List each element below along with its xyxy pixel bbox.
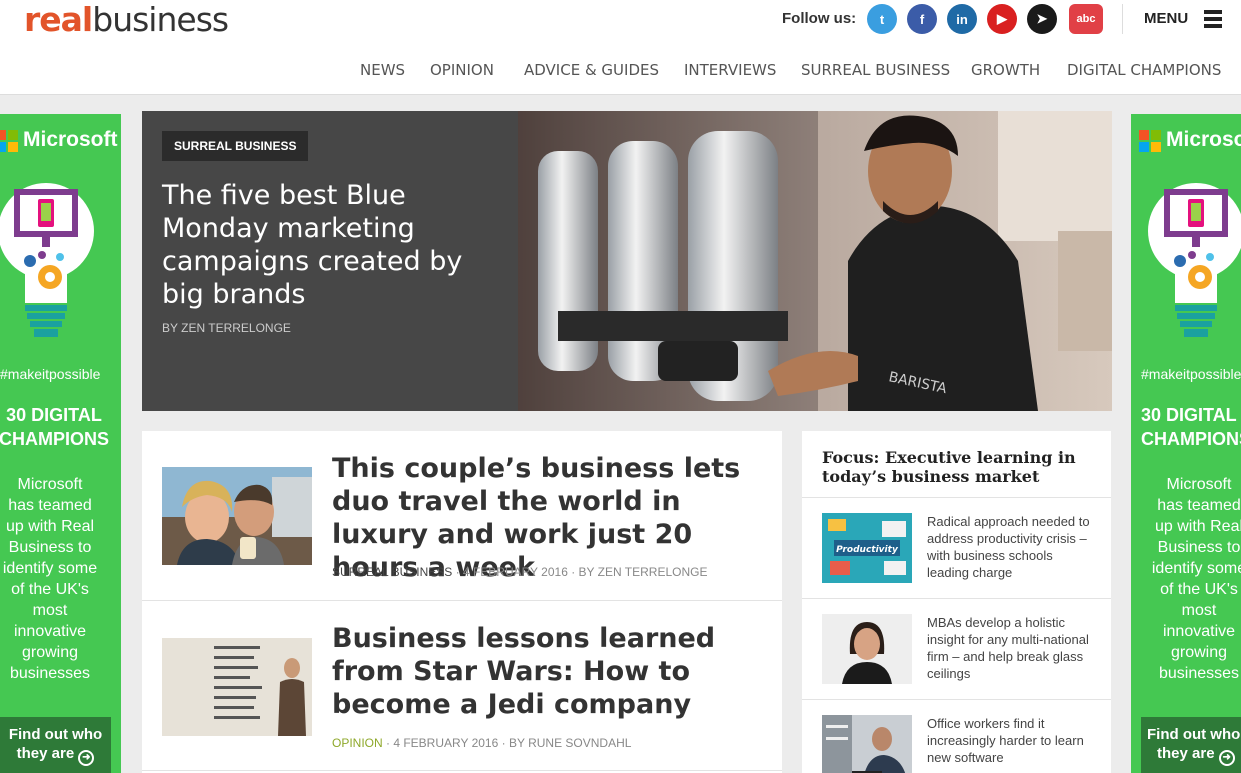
ad-body-line: has teamed [1157, 497, 1241, 514]
logo-business: business [92, 0, 229, 39]
hero-barista-photo[interactable]: BARISTA [518, 111, 1112, 411]
facebook-icon[interactable]: f [907, 4, 937, 34]
ad-hashtag: #makeitpossible [0, 366, 101, 382]
focus-sidebar: Focus: Executive learning in today’s bus… [802, 431, 1111, 773]
left-ad-banner[interactable]: Microsoft #makeitpossible 30 DIGITAL CHA… [0, 114, 121, 773]
ad-body-line: of the UK's [11, 581, 89, 598]
focus-list-item[interactable]: MBAs develop a holistic insight for any … [802, 598, 1111, 699]
ad-brand: Microsoft [23, 128, 118, 151]
focus-list-item[interactable]: Office workers find it increasingly hard… [802, 699, 1111, 773]
nav-growth[interactable]: GROWTH [971, 60, 1040, 80]
ad-body-line: up with Real [1154, 518, 1241, 535]
nav-news[interactable]: NEWS [360, 60, 405, 80]
lightbulb-illustration-icon [1148, 183, 1241, 337]
ad-body-line: growing [1170, 644, 1228, 661]
ad-body-line: innovative [13, 623, 87, 640]
nav-digital-champions[interactable]: DIGITAL CHAMPIONS [1067, 60, 1221, 80]
ad-body-text: Microsoft has teamed up with Real Business … [0, 474, 110, 684]
focus-title[interactable]: Focus: Executive learning in today’s bus… [822, 448, 1102, 486]
microsoft-logo-icon [1139, 130, 1161, 152]
ad-cta-line1: Find out who [8, 726, 103, 743]
ad-body-text: Microsoft has teamed up with Real Business … [1139, 474, 1241, 684]
microsoft-logo-icon [0, 130, 18, 152]
article-item[interactable]: This couple’s business lets duo travel t… [142, 431, 782, 601]
article-thumbnail-couple[interactable] [162, 467, 312, 565]
ad-cta-line1: Find out who [1147, 726, 1241, 743]
youtube-icon[interactable]: ▶ [987, 4, 1017, 34]
ad-headline-line2: CHAMPIONS [0, 429, 109, 449]
nav-surreal-business[interactable]: SURREAL BUSINESS [801, 60, 950, 80]
ad-body-line: businesses [9, 665, 91, 682]
ad-body-line: identify some [1151, 560, 1241, 577]
ad-body-line: identify some [2, 560, 98, 577]
lightbulb-illustration-icon [0, 183, 94, 337]
logo-real: real [24, 0, 93, 39]
focus-thumbnail-office-worker[interactable] [822, 715, 912, 773]
site-header: realbusiness Follow us: t f in ▶ ➤ abc MENU N… [0, 0, 1241, 95]
telegram-icon[interactable]: ➤ [1027, 4, 1057, 34]
ad-body-line: has teamed [8, 497, 92, 514]
ad-body-line: Business to [1157, 539, 1241, 556]
follow-us-label: Follow us: [782, 10, 857, 27]
abc-icon[interactable]: abc [1069, 4, 1103, 34]
ad-body-line: Microsoft [1166, 476, 1232, 493]
focus-list-item[interactable]: Productivity Radical approach needed to … [802, 497, 1111, 598]
article-list: This couple’s business lets duo travel t… [142, 431, 782, 773]
focus-thumbnail-woman[interactable] [822, 614, 912, 684]
ad-body-line: innovative [1162, 623, 1236, 640]
article-meta: OPINION · 4 FEBRUARY 2016 · BY RUNE SOVN… [332, 736, 631, 750]
ad-body-line: up with Real [5, 518, 95, 535]
article-date-author: · 4 FEBRUARY 2016 · BY RUNE SOVNDAHL [382, 736, 632, 750]
hero-title[interactable]: The five best Blue Monday marketing camp… [162, 179, 502, 311]
focus-thumbnail-productivity[interactable]: Productivity [822, 513, 912, 583]
ad-cta-button[interactable]: Find out who they are ➜ [1141, 717, 1241, 773]
ad-body-line: most [32, 602, 68, 619]
productivity-label: Productivity [836, 545, 899, 555]
twitter-icon[interactable]: t [867, 4, 897, 34]
ad-headline-line1: 30 DIGITAL [1141, 405, 1237, 425]
hero-feature[interactable]: SURREAL BUSINESS The five best Blue Mond… [142, 111, 1112, 411]
ad-headline-line1: 30 DIGITAL [6, 405, 102, 425]
ad-body-line: of the UK's [1160, 581, 1238, 598]
ad-cta-line2: they are [16, 745, 75, 762]
ad-body-line: growing [21, 644, 79, 661]
arrow-circle-icon: ➜ [78, 750, 95, 766]
nav-interviews[interactable]: INTERVIEWS [684, 60, 776, 80]
ad-hashtag: #makeitpossible [1141, 366, 1241, 382]
ad-headline-line2: CHAMPIONS [1141, 429, 1241, 449]
ad-cta-button[interactable]: Find out who they are ➜ [0, 717, 111, 773]
article-item[interactable]: Business lessons learned from Star Wars:… [142, 601, 782, 771]
hero-text-panel: SURREAL BUSINESS The five best Blue Mond… [142, 111, 518, 411]
nav-advice-guides[interactable]: ADVICE & GUIDES [524, 60, 659, 80]
nav-opinion[interactable]: OPINION [430, 60, 494, 80]
article-category[interactable]: OPINION [332, 736, 383, 750]
ad-headline: 30 DIGITAL CHAMPIONS [0, 403, 114, 451]
menu-divider [1122, 4, 1123, 34]
ad-body-line: Business to [8, 539, 92, 556]
hero-category-tag[interactable]: SURREAL BUSINESS [162, 131, 309, 161]
focus-item-text[interactable]: Office workers find it increasingly hard… [927, 715, 1097, 766]
article-title[interactable]: Business lessons learned from Star Wars:… [332, 622, 772, 721]
focus-item-text[interactable]: MBAs develop a holistic insight for any … [927, 614, 1097, 682]
hero-byline: BY ZEN TERRELONGE [162, 321, 291, 335]
right-ad-banner[interactable]: Microsoft #makeitpossible 30 DIGITAL CHA… [1131, 114, 1241, 773]
article-category[interactable]: SURREAL BUSINESS [332, 565, 452, 579]
focus-item-text[interactable]: Radical approach needed to address produ… [927, 513, 1097, 581]
ad-body-line: most [1181, 602, 1217, 619]
ad-cta-line2: they are [1157, 745, 1215, 762]
site-logo[interactable]: realbusiness [24, 0, 229, 40]
ad-brand: Microsoft [1166, 128, 1241, 151]
ad-body-line: Microsoft [17, 476, 83, 493]
article-date-author: · 4 FEBRUARY 2016 · BY ZEN TERRELONGE [452, 565, 708, 579]
hamburger-icon[interactable] [1204, 10, 1222, 28]
article-thumbnail-presenter[interactable] [162, 638, 312, 736]
menu-button[interactable]: MENU [1144, 10, 1188, 28]
ad-body-line: businesses [1158, 665, 1240, 682]
arrow-circle-icon: ➜ [1218, 750, 1235, 766]
ad-headline: 30 DIGITAL CHAMPIONS [1141, 403, 1241, 451]
article-meta: SURREAL BUSINESS · 4 FEBRUARY 2016 · BY … [332, 565, 707, 579]
linkedin-icon[interactable]: in [947, 4, 977, 34]
